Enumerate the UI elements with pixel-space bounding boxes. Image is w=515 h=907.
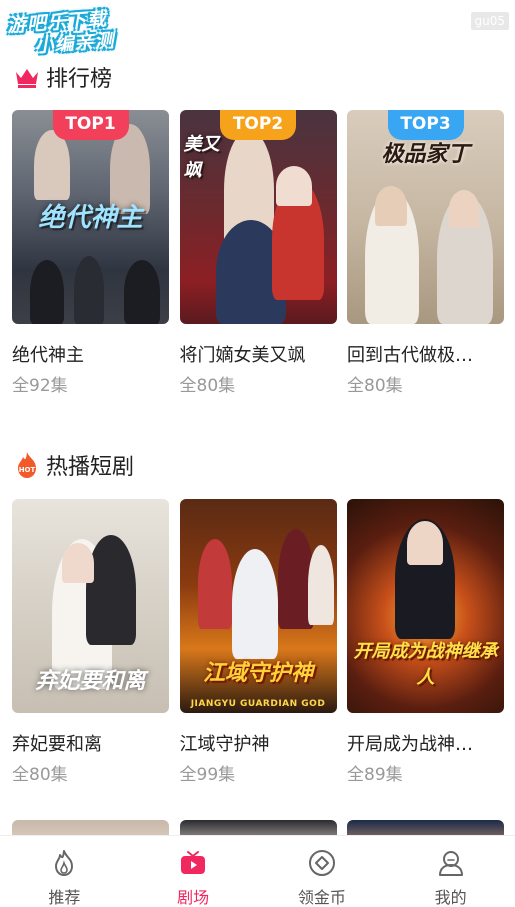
drama-cover[interactable]: 弃妃要和离: [12, 499, 169, 713]
drama-cover[interactable]: 绝代神主 TOP1: [12, 110, 169, 324]
cover-art-subtitle: JIANGYU GUARDIAN GOD: [190, 699, 326, 709]
tab-label: 领金币: [297, 888, 346, 907]
tab-coins[interactable]: 领金币: [272, 836, 372, 907]
rank-grid: 绝代神主 TOP1 绝代神主 全92集 美又飒 TOP2 将门嫡女美又飒 全80…: [12, 110, 504, 397]
episode-count: 全99集: [179, 765, 236, 785]
drama-card-rank-2[interactable]: 美又飒 TOP2 将门嫡女美又飒 全80集: [179, 110, 337, 397]
hot-section-header: HOT 热播短剧: [14, 450, 134, 480]
flame-icon: [55, 850, 74, 876]
episode-count: 全80集: [12, 765, 68, 785]
tab-label: 剧场: [177, 888, 210, 907]
tab-profile[interactable]: 我的: [401, 836, 501, 907]
drama-card-rank-1[interactable]: 绝代神主 TOP1 绝代神主 全92集: [12, 110, 169, 397]
rank-badge: TOP2: [220, 110, 296, 140]
cover-art-title: 弃妃要和离: [35, 669, 146, 694]
drama-title[interactable]: 绝代神主: [12, 344, 169, 368]
corner-tag: gu05: [470, 12, 509, 30]
episode-count: 全80集: [179, 376, 236, 396]
coin-diamond-icon: [308, 850, 335, 876]
tab-theater[interactable]: 剧场: [143, 836, 243, 907]
cover-art-title: 极品家丁: [381, 142, 470, 167]
cover-art-title: 开局成为战神继承人: [353, 641, 498, 688]
episode-count: 全92集: [12, 376, 68, 396]
episode-count: 全89集: [347, 765, 403, 785]
drama-card-hot-3[interactable]: 开局成为战神继承人 开局成为战神… 全89集: [347, 499, 504, 786]
tab-label: 推荐: [48, 888, 81, 907]
drama-card-hot-1[interactable]: 弃妃要和离 弃妃要和离 全80集: [12, 499, 169, 786]
drama-card-hot-2[interactable]: 江域守护神 JIANGYU GUARDIAN GOD 江域守护神 全99集: [179, 499, 337, 786]
drama-title[interactable]: 开局成为战神…: [347, 733, 504, 757]
cover-art-title: 绝代神主: [38, 203, 143, 233]
rank-section-header: 排行榜: [14, 62, 112, 92]
hot-grid: 弃妃要和离 弃妃要和离 全80集 江域守护神 JIANGYU GUARDIAN …: [12, 499, 504, 786]
cover-art-title: 江域守护神: [202, 661, 313, 686]
rank-badge: TOP1: [52, 110, 129, 140]
cover-art-title: 美又飒: [183, 134, 220, 181]
rank-section-title: 排行榜: [46, 67, 113, 92]
watermark-logo: 游吧乐下载 小编亲测: [6, 5, 149, 67]
bottom-tab-bar: 推荐 剧场 领金币 我的: [0, 835, 515, 907]
drama-title[interactable]: 江域守护神: [180, 733, 337, 757]
user-icon: [438, 851, 463, 876]
drama-cover[interactable]: 江域守护神 JIANGYU GUARDIAN GOD: [179, 499, 337, 713]
drama-cover[interactable]: 开局成为战神继承人: [347, 499, 504, 713]
drama-title[interactable]: 弃妃要和离: [12, 733, 169, 757]
drama-title[interactable]: 回到古代做极…: [347, 344, 504, 368]
tab-recommend[interactable]: 推荐: [14, 836, 114, 907]
drama-card-rank-3[interactable]: 极品家丁 TOP3 回到古代做极… 全80集: [347, 110, 504, 397]
episode-count: 全80集: [347, 376, 403, 396]
drama-title[interactable]: 将门嫡女美又飒: [180, 344, 337, 368]
hot-section-title: 热播短剧: [46, 455, 135, 480]
hot-flame-icon: HOT: [18, 452, 36, 478]
rank-badge: TOP3: [387, 110, 464, 140]
tab-label: 我的: [434, 888, 467, 907]
play-tv-icon: [181, 851, 206, 874]
hot-icon-text: HOT: [19, 466, 36, 474]
crown-icon: [16, 69, 38, 88]
drama-cover[interactable]: 极品家丁 TOP3: [347, 110, 504, 324]
drama-cover[interactable]: 美又飒 TOP2: [179, 110, 337, 324]
